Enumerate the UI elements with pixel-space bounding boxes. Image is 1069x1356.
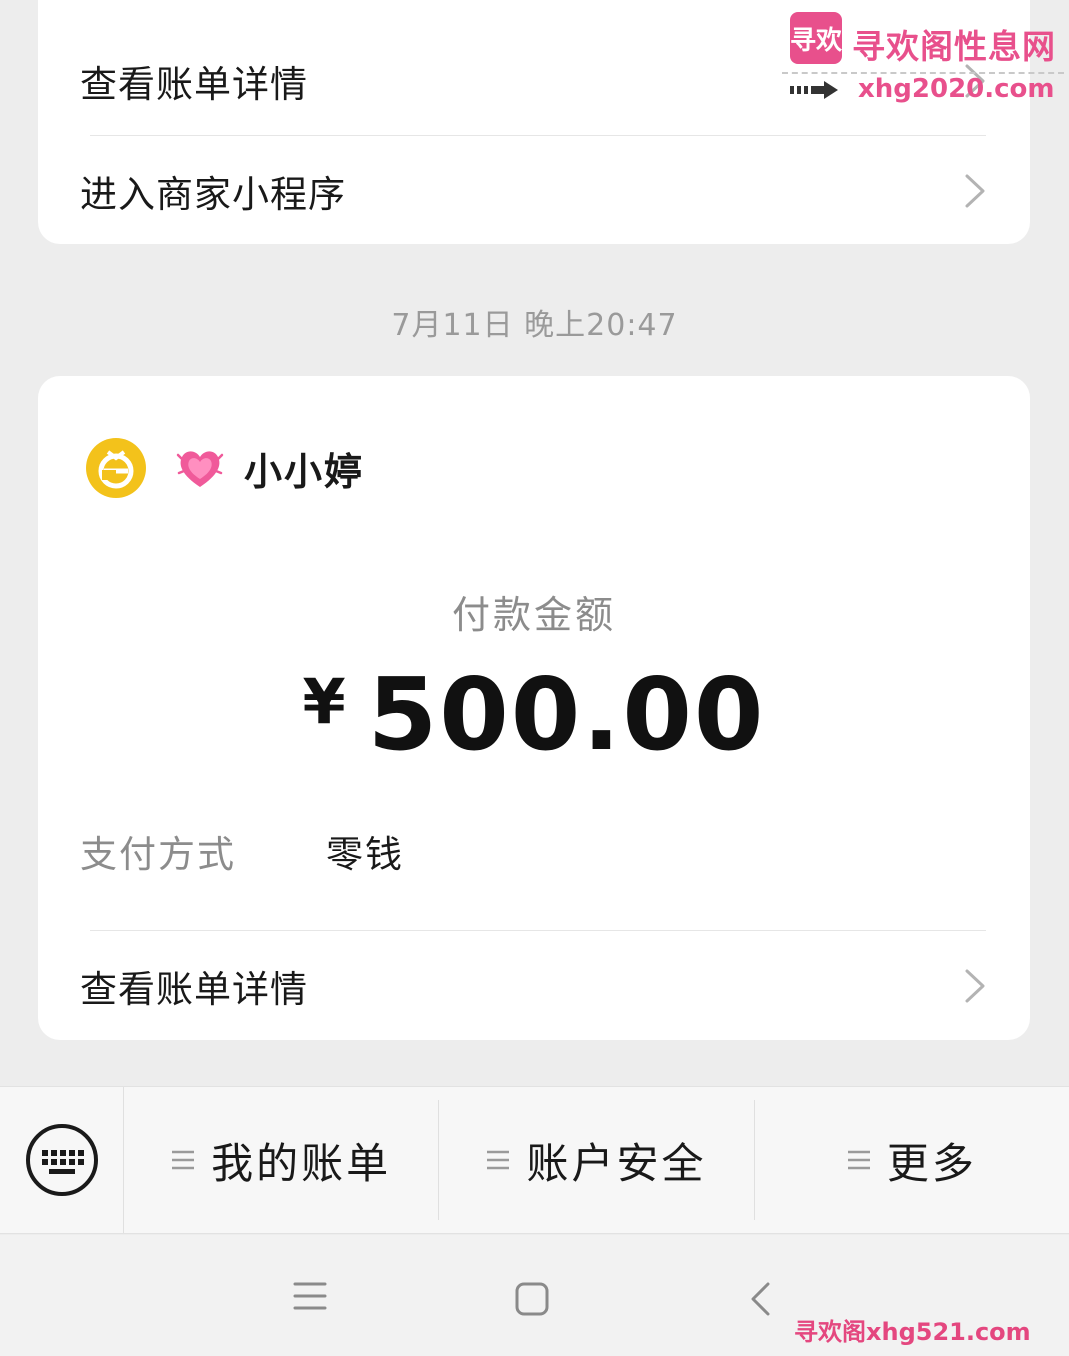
menu-lines-icon: [172, 1150, 195, 1170]
menu-my-bills-label: 我的账单: [211, 1138, 392, 1188]
chevron-right-icon: [965, 969, 985, 1003]
watermark-url: xhg2020.com: [858, 74, 1055, 104]
watermark-logo: 寻欢: [790, 12, 842, 64]
keyboard-toggle-button[interactable]: [0, 1087, 124, 1233]
menu-lines-icon: [487, 1150, 510, 1170]
home-icon[interactable]: [514, 1281, 550, 1317]
menu-more-label: 更多: [886, 1138, 977, 1188]
message-timestamp: 7月11日 晚上20:47: [391, 308, 678, 343]
watermark-top: 寻欢 寻欢阁性息网 xhg2020.com: [782, 10, 1064, 105]
logo-icon: [87, 439, 145, 497]
menu-account-security-label: 账户安全: [526, 1138, 707, 1188]
arrow-right-icon: [790, 81, 838, 99]
payment-method-label: 支付方式: [80, 833, 236, 876]
keyboard-icon: [25, 1124, 98, 1196]
merchant-avatar: [86, 438, 146, 498]
view-bill-details-label: 查看账单详情: [80, 968, 308, 1011]
menu-more[interactable]: 更多: [755, 1100, 1069, 1220]
chevron-right-icon: [965, 174, 985, 208]
payment-method-row: 支付方式 零钱: [80, 824, 404, 878]
payment-method-value: 零钱: [326, 833, 404, 876]
payee-name: 小小婷: [244, 449, 365, 494]
watermark-bottom: 寻欢阁xhg521.com: [794, 1318, 1031, 1346]
recent-apps-icon[interactable]: [293, 1281, 327, 1311]
payment-card[interactable]: 小小婷 付款金额 ¥500.00 支付方式 零钱 查看账单详情: [38, 376, 1030, 1040]
wechat-pay-notification-screen: 查看账单详情 进入商家小程序 7月11日 晚上20:47 小小婷 付款金额 ¥ …: [0, 0, 1069, 1356]
payee-header: 小小婷: [86, 436, 364, 500]
menu-my-bills[interactable]: 我的账单: [124, 1100, 440, 1220]
watermark-site-name: 寻欢阁性息网: [852, 27, 1056, 66]
open-mini-program-row[interactable]: 进入商家小程序: [38, 136, 1030, 246]
amount-value: 500.00: [367, 656, 766, 773]
amount-label: 付款金额: [451, 593, 616, 637]
service-menu-bar: 我的账单 账户安全 更多: [0, 1086, 1069, 1234]
view-bill-details-row[interactable]: 查看账单详情: [38, 931, 1030, 1041]
currency-symbol: ¥: [302, 665, 348, 738]
payment-amount: ¥500.00: [38, 656, 1030, 773]
growing-heart-icon: [176, 451, 224, 487]
menu-account-security[interactable]: 账户安全: [439, 1100, 755, 1220]
view-bill-details-label: 查看账单详情: [80, 63, 308, 106]
menu-lines-icon: [847, 1150, 870, 1170]
back-icon[interactable]: [748, 1281, 772, 1317]
open-mini-program-label: 进入商家小程序: [80, 173, 346, 216]
